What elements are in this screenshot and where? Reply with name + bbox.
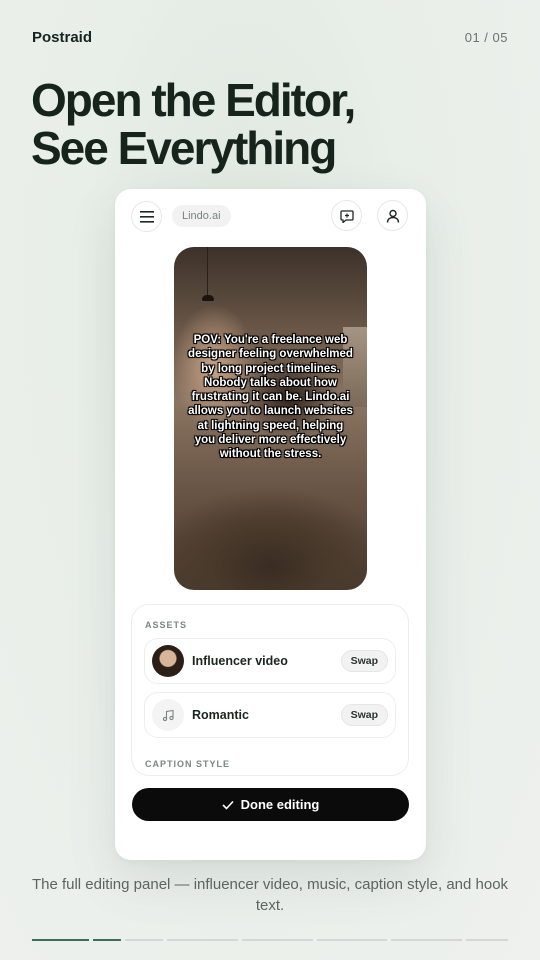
phone-mockup: Lindo.ai POV: You're a freelance web des… [115, 189, 426, 860]
lamp-cord [207, 247, 208, 295]
progress-segment-2 [93, 939, 121, 941]
progress-segment-7 [391, 939, 462, 941]
swap-button[interactable]: Swap [340, 650, 388, 672]
slide-counter: 01 / 05 [464, 30, 508, 45]
progress-segment-3 [125, 939, 163, 941]
video-preview[interactable]: POV: You're a freelance web designer fee… [174, 247, 367, 590]
progress-segment-1 [32, 939, 89, 941]
menu-button[interactable] [131, 201, 162, 232]
checkmark-icon [222, 800, 234, 810]
assets-panel: ASSETS Influencer video Swap Romantic Sw… [131, 604, 409, 776]
hamburger-menu-icon [139, 210, 154, 223]
headline-line-1: Open the Editor, [31, 74, 356, 126]
asset-row-music[interactable]: Romantic Swap [144, 692, 396, 738]
swap-button[interactable]: Swap [340, 704, 388, 726]
done-editing-label: Done editing [240, 797, 320, 812]
music-note-icon [162, 709, 174, 721]
workspace-tag[interactable]: Lindo.ai [172, 205, 231, 227]
chat-icon [339, 209, 354, 223]
headline-line-2: See Everything [31, 122, 337, 174]
assets-section-label: ASSETS [145, 620, 188, 630]
caption-style-section-label: CAPTION STYLE [145, 759, 231, 769]
asset-name: Influencer video [192, 654, 288, 668]
slide-description: The full editing panel — influencer vide… [31, 876, 509, 914]
music-thumbnail [152, 699, 184, 731]
influencer-avatar-thumbnail [152, 645, 184, 677]
asset-name: Romantic [192, 708, 249, 722]
lamp [202, 295, 214, 301]
done-editing-button[interactable]: Done editing [132, 788, 409, 821]
progress-segment-8 [466, 939, 508, 941]
progress-segment-6 [317, 939, 387, 941]
profile-button[interactable] [377, 200, 408, 231]
asset-row-influencer-video[interactable]: Influencer video Swap [144, 638, 396, 684]
video-caption-overlay: POV: You're a freelance web designer fee… [188, 334, 353, 461]
slide-progress [32, 939, 508, 941]
app-topbar: Lindo.ai [131, 200, 408, 232]
headline: Open the Editor, See Everything [31, 74, 356, 174]
user-icon [386, 209, 399, 223]
chat-button[interactable] [331, 200, 362, 231]
brand-name: Postraid [32, 29, 93, 46]
progress-segment-5 [242, 939, 313, 941]
progress-segment-4 [167, 939, 238, 941]
